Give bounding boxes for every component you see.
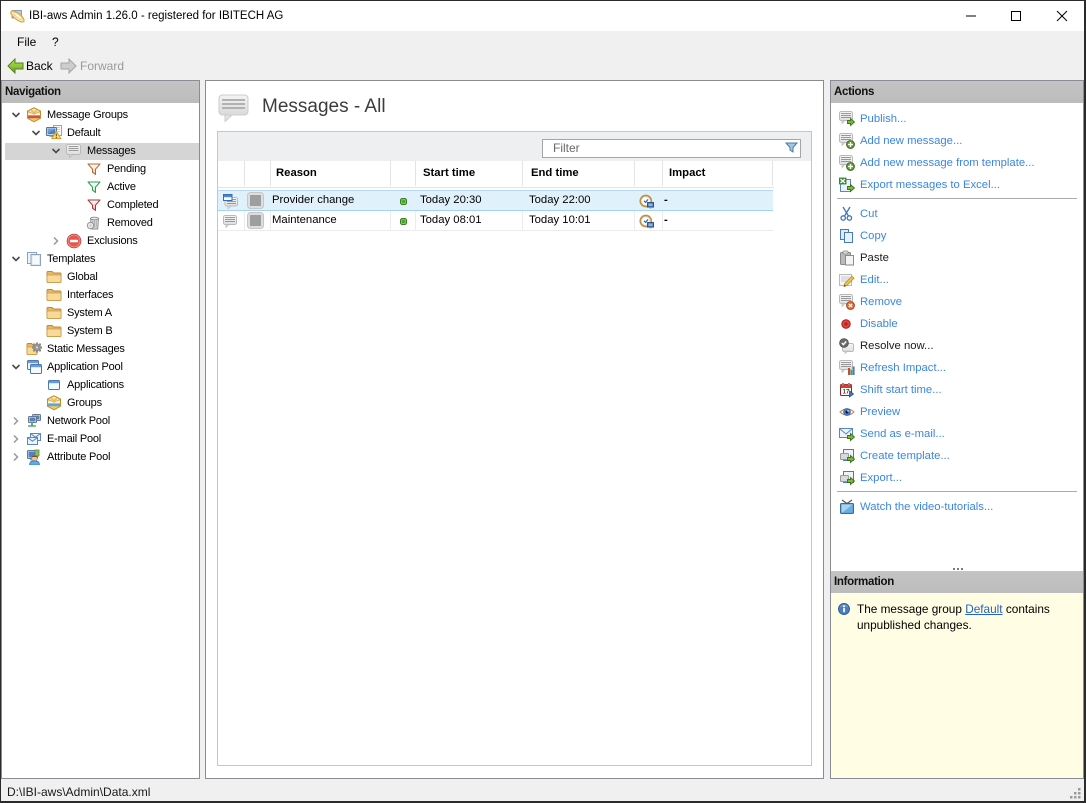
svg-text:17: 17: [843, 390, 850, 396]
